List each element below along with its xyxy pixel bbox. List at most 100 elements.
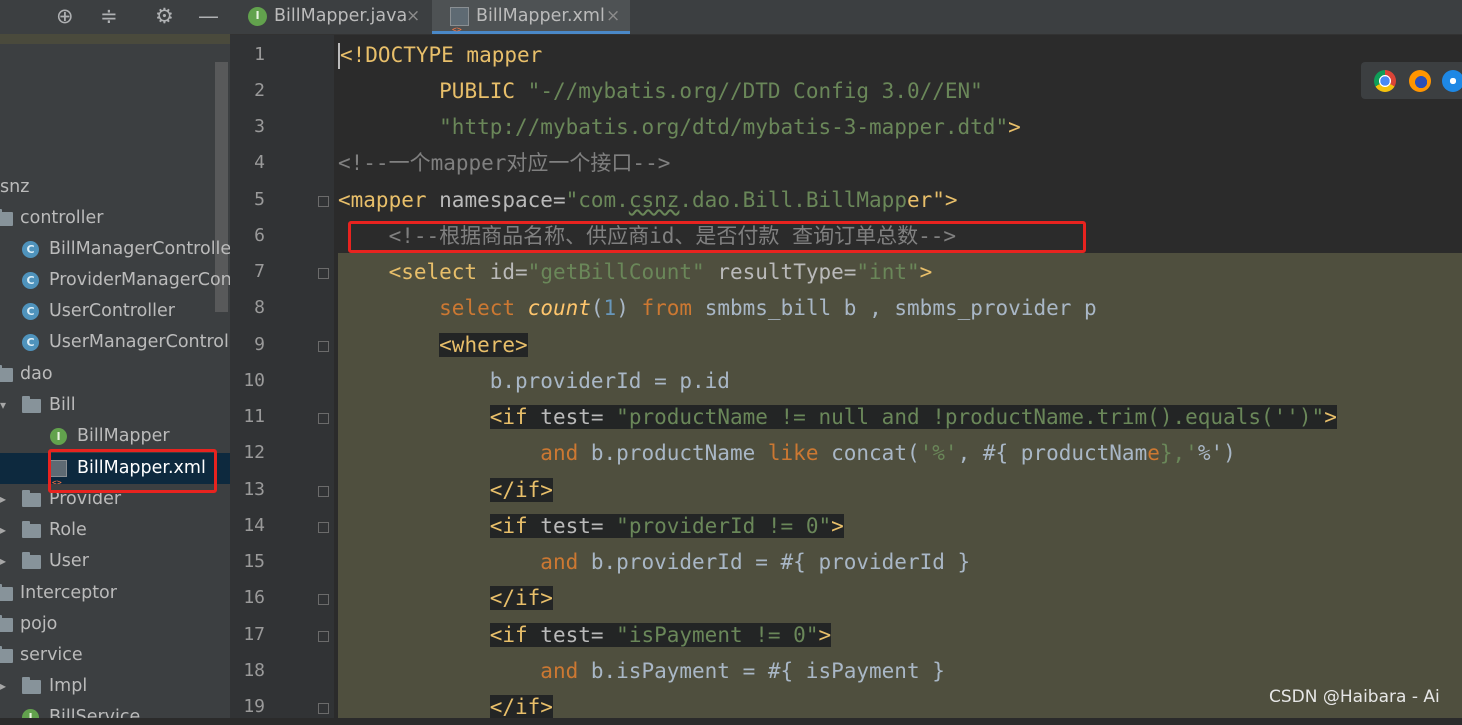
tree-item-label: controller — [20, 208, 104, 228]
code-token: "productName != null and !productName.tr… — [616, 405, 1325, 429]
code-token: "-//mybatis.org//DTD Config 3.0//EN" — [527, 79, 983, 103]
folder-icon — [0, 365, 13, 382]
code-token: test= — [527, 623, 617, 647]
code-token: "getBillCount" — [527, 260, 705, 284]
chevron-right-icon[interactable]: ▸ — [0, 671, 6, 702]
tree-item-class[interactable]: C UserController — [0, 296, 230, 327]
fold-marker-icon[interactable] — [318, 196, 329, 207]
folder-icon — [0, 584, 13, 601]
tree-item-package[interactable]: Interceptor — [0, 578, 230, 609]
tab-label: BillMapper.java — [274, 6, 408, 26]
tree-item-folder[interactable]: ▸ User — [0, 546, 230, 577]
code-line: </if> — [338, 689, 553, 718]
line-number: 15 — [243, 551, 265, 572]
code-editor[interactable]: <!DOCTYPE mapper PUBLIC "-//mybatis.org/… — [334, 35, 1462, 718]
code-token: 1 — [603, 296, 617, 320]
chevron-right-icon[interactable]: ▸ — [0, 484, 6, 515]
code-token: <!DOCTYPE mapper — [340, 43, 543, 67]
code-line: <mapper namespace="com.csnz.dao.Bill.Bil… — [338, 182, 958, 218]
fold-marker-icon[interactable] — [318, 703, 329, 714]
code-token: > — [831, 514, 844, 538]
tree-item-class[interactable]: C UserManagerController — [0, 327, 230, 358]
collapse-icon[interactable]: ≑ — [100, 4, 118, 28]
line-number: 4 — [254, 152, 265, 173]
chevron-right-icon[interactable]: ▸ — [0, 515, 6, 546]
fold-marker-icon[interactable] — [318, 631, 329, 642]
code-token: <where> — [439, 333, 528, 357]
code-token: b.productName — [578, 441, 768, 465]
firefox-icon[interactable] — [1409, 70, 1431, 92]
fold-marker-icon[interactable] — [318, 522, 329, 533]
code-token: ( — [590, 296, 604, 320]
code-token: .dao.Bill.BillMapp — [679, 188, 907, 212]
code-line: <if test= "isPayment != 0"> — [338, 617, 832, 653]
minimize-icon[interactable]: — — [198, 4, 219, 28]
close-icon[interactable]: × — [406, 0, 420, 32]
code-line: <!DOCTYPE mapper — [338, 37, 542, 73]
fold-marker-icon[interactable] — [318, 268, 329, 279]
line-number: 16 — [243, 587, 265, 608]
code-line: <if test= "providerId != 0"> — [338, 508, 844, 544]
close-icon[interactable]: × — [606, 0, 620, 32]
fold-marker-icon[interactable] — [318, 341, 329, 352]
class-icon: C — [22, 303, 39, 320]
tree-item-interface[interactable]: I BillService — [0, 702, 230, 718]
tree-item-class[interactable]: C BillManagerController — [0, 234, 230, 265]
tree-item-interface[interactable]: I BillMapper — [0, 421, 230, 452]
code-token: namespace= — [426, 188, 566, 212]
tree-item-folder[interactable]: dao — [0, 359, 230, 390]
safari-icon[interactable] — [1442, 70, 1462, 92]
tree-item-folder[interactable]: ▸ Impl — [0, 671, 230, 702]
code-token: b.providerId = #{ providerId } — [578, 550, 971, 574]
chevron-right-icon[interactable]: ▸ — [0, 546, 6, 577]
line-number: 12 — [243, 442, 265, 463]
tree-item-folder[interactable]: ▸ Role — [0, 515, 230, 546]
fold-marker-icon[interactable] — [318, 413, 329, 424]
tree-item-package[interactable]: service — [0, 640, 230, 671]
tab-billmapper-java[interactable]: I BillMapper.java × — [230, 0, 430, 34]
code-line: and b.isPayment = #{ isPayment } — [338, 653, 945, 689]
tree-item-package[interactable]: pojo — [0, 609, 230, 640]
class-icon: C — [22, 272, 39, 289]
annotation-box-file — [48, 449, 217, 493]
code-token: > — [919, 260, 933, 284]
folder-icon — [22, 677, 41, 694]
code-token: > — [818, 623, 832, 647]
interface-icon: I — [50, 428, 67, 445]
tree-item-label: service — [20, 645, 83, 665]
tree-item-label: BillService — [49, 707, 141, 718]
fold-marker-icon[interactable] — [318, 486, 329, 497]
tree-item-package[interactable]: snz — [0, 172, 230, 203]
code-line: select count(1) from smbms_bill b , smbm… — [338, 290, 1097, 326]
xml-file-icon — [450, 7, 469, 46]
locate-icon[interactable]: ⊕ — [56, 4, 74, 28]
tree-item-class[interactable]: C ProviderManagerController — [0, 265, 230, 296]
line-number: 3 — [254, 116, 265, 137]
gear-icon[interactable]: ⚙ — [155, 4, 174, 28]
fold-marker-icon[interactable] — [318, 594, 329, 605]
line-number: 13 — [243, 479, 265, 500]
code-token: %') — [1197, 441, 1236, 465]
project-tool-window: ⊕ ≑ ⚙ — snz controller C BillManagerCont… — [0, 0, 230, 718]
tab-billmapper-xml[interactable]: BillMapper.xml × — [432, 0, 630, 46]
tree-item-folder[interactable]: ▾ Bill — [0, 390, 230, 421]
code-token: '%' — [919, 441, 958, 465]
tree-item-label: User — [49, 551, 89, 571]
code-token: "isPayment != 0" — [616, 623, 819, 647]
tree-item-label: BillManagerController — [49, 239, 230, 259]
chevron-down-icon[interactable]: ▾ — [0, 390, 6, 421]
code-line: <where> — [338, 327, 528, 363]
code-token: <if — [489, 405, 528, 429]
code-token: resultType= — [704, 260, 857, 284]
tree-item-folder[interactable]: controller — [0, 203, 230, 234]
code-line: <if test= "productName != null and !prod… — [338, 399, 1337, 435]
code-token: <if — [489, 514, 528, 538]
tree-item-label: Impl — [49, 676, 88, 696]
chrome-icon[interactable] — [1374, 70, 1396, 92]
